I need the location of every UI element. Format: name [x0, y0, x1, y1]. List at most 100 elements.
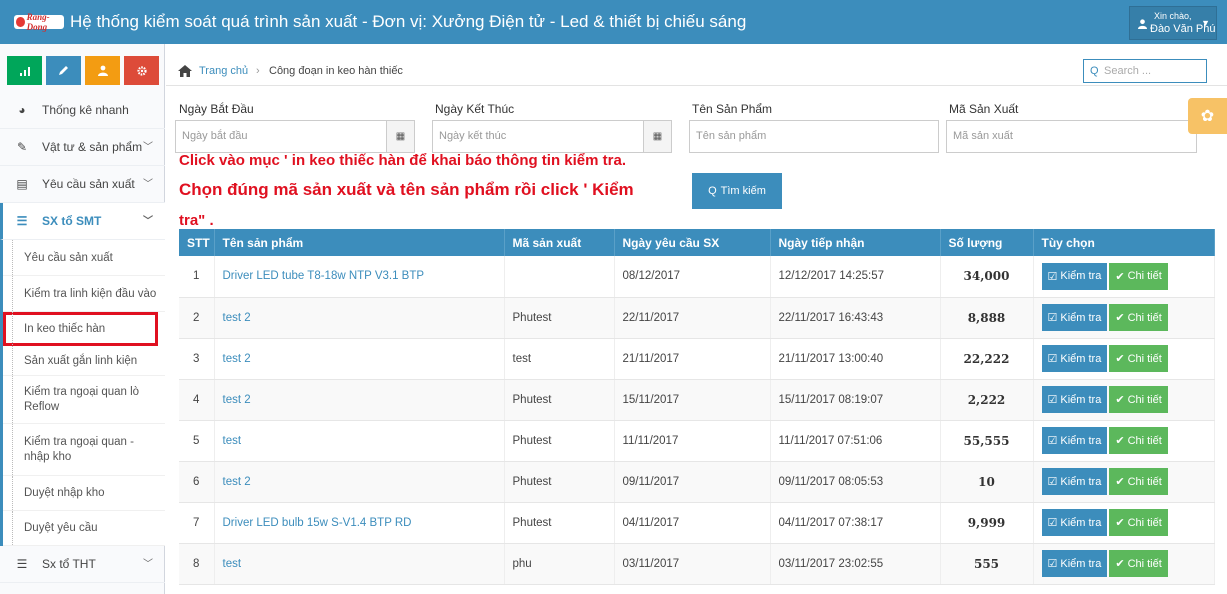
calendar-icon[interactable]: ▦ [643, 121, 671, 152]
side-menu: ◕ Thống kê nhanh ✎ Vật tư & sản phẩm ﹀ ▤… [0, 92, 165, 583]
detail-button[interactable]: ✔ Chi tiết [1109, 262, 1168, 290]
row-actions: ☑ Kiểm tra ✔ Chi tiết [1033, 256, 1215, 298]
edit-icon: ☑ [1047, 476, 1058, 488]
production-code: Phutest [504, 297, 615, 339]
production-code: Phutest [504, 420, 615, 462]
submenu-item-input-check[interactable]: Kiểm tra linh kiện đầu vào [3, 276, 165, 312]
detail-button[interactable]: ✔ Chi tiết [1109, 386, 1168, 413]
check-button-label: Kiểm tra [1060, 352, 1102, 365]
end-date-field[interactable]: Ngày kết thúc ▦ [432, 120, 672, 153]
received-date: 21/11/2017 13:00:40 [770, 338, 941, 380]
row-index: 1 [179, 256, 215, 298]
product-name-link[interactable]: Driver LED tube T8-18w NTP V3.1 BTP [214, 256, 505, 298]
sidebar-item-production-request[interactable]: ▤ Yêu cầu sản xuất ﹀ [0, 166, 165, 203]
checkmark-icon: ✔ [1115, 435, 1125, 447]
product-name-link[interactable]: test 2 [214, 338, 505, 380]
edit-icon: ☑ [1047, 435, 1058, 447]
detail-button[interactable]: ✔ Chi tiết [1109, 468, 1168, 495]
product-name-link[interactable]: test 2 [214, 379, 505, 421]
company-logo[interactable]: Rang-Dong [14, 12, 64, 32]
breadcrumb-home-link[interactable]: Trang chủ [199, 58, 248, 84]
production-code: phu [504, 543, 615, 585]
col-header-stt[interactable]: STT [179, 229, 215, 256]
checkmark-icon: ✔ [1115, 270, 1125, 283]
settings-gear-icon[interactable]: ✿ [1188, 98, 1227, 134]
check-button-label: Kiểm tra [1060, 393, 1102, 406]
check-button[interactable]: ☑ Kiểm tra [1041, 509, 1108, 536]
home-icon[interactable] [178, 65, 192, 77]
product-name-link[interactable]: test 2 [214, 297, 505, 339]
sidebar-item-materials[interactable]: ✎ Vật tư & sản phẩm ﹀ [0, 129, 165, 166]
product-name-link[interactable]: test [214, 420, 505, 462]
start-date-field[interactable]: Ngày bắt đầu ▦ [175, 120, 415, 153]
row-actions: ☑ Kiểm tra ✔ Chi tiết [1033, 420, 1215, 462]
request-date: 09/11/2017 [614, 461, 771, 503]
user-greeting: Xin chào, [1154, 11, 1192, 21]
product-name-field[interactable]: Tên sản phẩm [689, 120, 939, 153]
action-group: ☑ Kiểm tra ✔ Chi tiết [1041, 468, 1206, 495]
row-actions: ☑ Kiểm tra ✔ Chi tiết [1033, 502, 1215, 544]
production-code-field[interactable]: Mã sản xuất [946, 120, 1197, 153]
col-header-options: Tùy chọn [1033, 229, 1215, 256]
chevron-down-icon: ﹀ [143, 559, 153, 570]
production-table: STT Tên sản phẩm Mã sản xuất Ngày yêu cầ… [179, 229, 1215, 585]
detail-button[interactable]: ✔ Chi tiết [1109, 427, 1168, 454]
action-group: ☑ Kiểm tra ✔ Chi tiết [1041, 262, 1206, 290]
detail-button[interactable]: ✔ Chi tiết [1109, 304, 1168, 331]
check-button[interactable]: ☑ Kiểm tra [1041, 550, 1108, 577]
col-header-code[interactable]: Mã sản xuất [504, 229, 615, 256]
col-header-received-date[interactable]: Ngày tiếp nhận [770, 229, 941, 256]
detail-button-label: Chi tiết [1127, 434, 1162, 447]
check-button[interactable]: ☑ Kiểm tra [1041, 304, 1108, 331]
check-button[interactable]: ☑ Kiểm tra [1041, 427, 1108, 454]
edit-icon: ✎ [16, 140, 28, 154]
row-actions: ☑ Kiểm tra ✔ Chi tiết [1033, 379, 1215, 421]
bar-chart-icon[interactable] [7, 56, 42, 85]
submenu-item-solder-paste-print[interactable]: In keo thiếc hàn [3, 312, 158, 346]
table-row: 4 test 2 Phutest 15/11/2017 15/11/2017 08:19… [179, 379, 1215, 421]
action-group: ☑ Kiểm tra ✔ Chi tiết [1041, 427, 1206, 454]
submenu-item-approve-stock[interactable]: Duyệt nhập kho [3, 476, 165, 511]
submenu-item-component-mounting[interactable]: Sản xuất gắn linh kiện [3, 346, 165, 376]
calendar-icon[interactable]: ▦ [386, 121, 414, 152]
col-header-product[interactable]: Tên sản phẩm [214, 229, 505, 256]
users-icon[interactable] [85, 56, 120, 85]
search-button[interactable]: Q Tìm kiếm [692, 173, 782, 209]
caret-down-icon: ▼ [1201, 18, 1210, 28]
submenu-item-production-request[interactable]: Yêu cầu sản xuất [3, 240, 165, 276]
detail-button-label: Chi tiết [1127, 270, 1162, 283]
detail-button[interactable]: ✔ Chi tiết [1109, 550, 1168, 577]
search-placeholder: Search ... [1104, 65, 1152, 77]
request-date: 22/11/2017 [614, 297, 771, 339]
user-menu[interactable]: Xin chào, Đào Văn Phú ▼ [1129, 6, 1217, 40]
detail-button[interactable]: ✔ Chi tiết [1109, 509, 1168, 536]
product-name-link[interactable]: Driver LED bulb 15w S-V1.4 BTP RD [214, 502, 505, 544]
request-date: 04/11/2017 [614, 502, 771, 544]
detail-button[interactable]: ✔ Chi tiết [1109, 345, 1168, 372]
check-button[interactable]: ☑ Kiểm tra [1041, 345, 1108, 372]
col-header-request-date[interactable]: Ngày yêu cầu SX [614, 229, 771, 256]
pencil-icon[interactable] [46, 56, 81, 85]
search-input[interactable]: Q Search ... [1083, 59, 1207, 83]
cogs-icon[interactable] [124, 56, 159, 85]
end-date-placeholder: Ngày kết thúc [439, 130, 507, 142]
instruction-line-2: Chọn đúng mã sản xuất và tên sản phẩm rồ… [179, 180, 634, 199]
sidebar-item-quick-stats[interactable]: ◕ Thống kê nhanh [0, 92, 165, 129]
check-button[interactable]: ☑ Kiểm tra [1041, 262, 1108, 290]
sidebar-item-smt[interactable]: ☰ SX tổ SMT ﹀ [0, 203, 165, 240]
row-index: 2 [179, 297, 215, 339]
row-index: 3 [179, 338, 215, 380]
received-date: 04/11/2017 07:38:17 [770, 502, 941, 544]
row-index: 7 [179, 502, 215, 544]
submenu-item-reflow-inspection[interactable]: Kiểm tra ngoại quan lò Reflow [3, 376, 165, 424]
submenu-item-visual-inspection-stock[interactable]: Kiểm tra ngoại quan - nhập kho [3, 424, 165, 476]
table-row: 3 test 2 test 21/11/2017 21/11/2017 13:00:40… [179, 338, 1215, 380]
submenu-item-approve-request[interactable]: Duyệt yêu cầu [3, 511, 165, 546]
table-row: 1 Driver LED tube T8-18w NTP V3.1 BTP 08/1… [179, 256, 1215, 298]
product-name-link[interactable]: test [214, 543, 505, 585]
sidebar-item-tht[interactable]: ☰ Sx tổ THT ﹀ [0, 546, 165, 583]
check-button[interactable]: ☑ Kiểm tra [1041, 386, 1108, 413]
check-button[interactable]: ☑ Kiểm tra [1041, 468, 1108, 495]
product-name-link[interactable]: test 2 [214, 461, 505, 503]
col-header-quantity[interactable]: Số lượng [940, 229, 1034, 256]
